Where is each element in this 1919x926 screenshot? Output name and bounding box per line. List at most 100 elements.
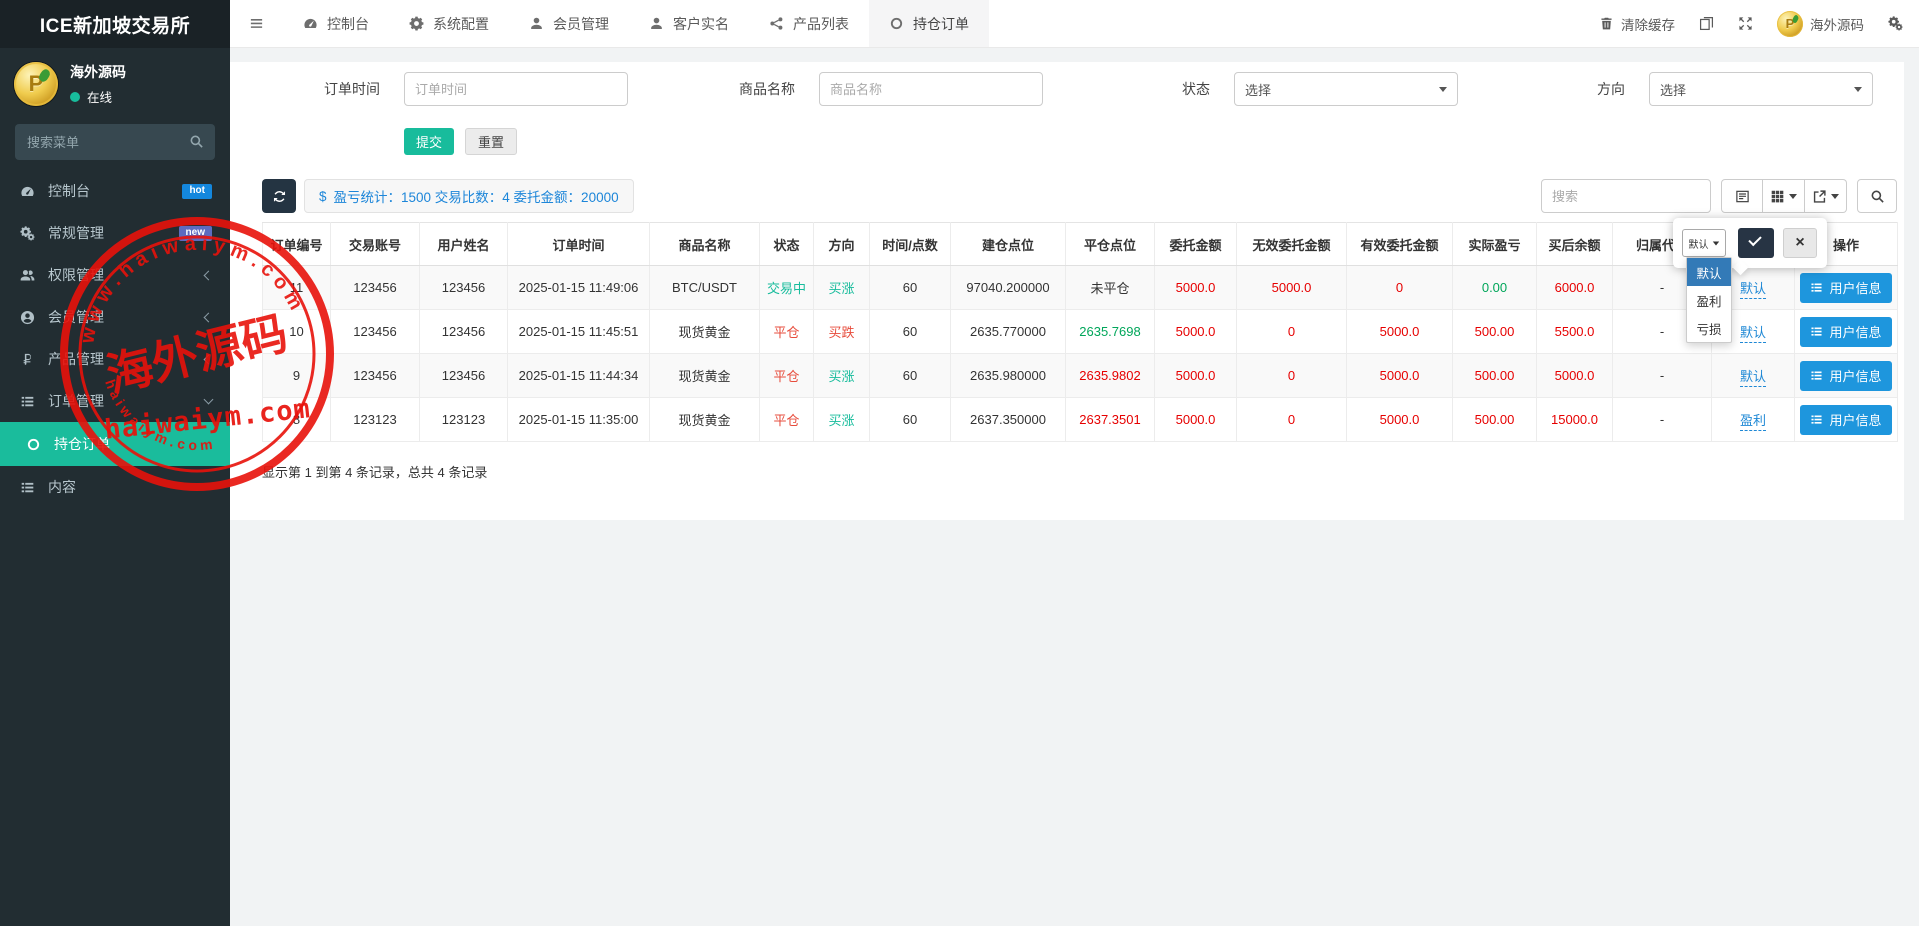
pagination-summary: 显示第 1 到第 4 条记录，总共 4 条记录 — [262, 462, 1904, 481]
dropdown-option-default[interactable]: 默认 — [1687, 258, 1731, 286]
table-cell: 5000.0 — [1155, 354, 1237, 398]
dollar-icon: $ — [319, 189, 327, 204]
table-cell: 5000.0 — [1155, 266, 1237, 310]
table-cell: 平仓 — [760, 310, 814, 354]
nav-tab-dashboard[interactable]: 控制台 — [283, 0, 389, 47]
gear-icon — [409, 16, 424, 31]
dropdown-option-profit[interactable]: 盈利 — [1687, 286, 1731, 314]
reset-button[interactable]: 重置 — [465, 128, 517, 155]
table-cell: 123456 — [420, 354, 508, 398]
column-header[interactable]: 方向 — [814, 223, 870, 266]
column-header[interactable]: 建仓点位 — [951, 223, 1066, 266]
sidebar-search-input[interactable] — [15, 124, 215, 160]
table-cell: 15000.0 — [1537, 398, 1613, 442]
user-info-button[interactable]: 用户信息 — [1800, 405, 1891, 435]
content-panel: 订单时间 商品名称 状态 选择 方向 选择 提交 重置 $ — [230, 62, 1904, 520]
profit-type-link[interactable]: 盈利 — [1740, 413, 1766, 431]
nav-tab-kyc[interactable]: 客户实名 — [629, 0, 749, 47]
column-header[interactable]: 交易账号 — [331, 223, 420, 266]
copy-pages-button[interactable] — [1699, 16, 1714, 31]
cancel-button[interactable]: × — [1783, 228, 1817, 258]
direction-label: 方向 — [1531, 79, 1625, 99]
table-cell: 默认 — [1712, 354, 1795, 398]
table-cell: 2025-01-15 11:44:34 — [508, 354, 650, 398]
direction-select[interactable]: 选择 — [1649, 72, 1873, 106]
user-info-button[interactable]: 用户信息 — [1800, 273, 1891, 303]
column-header[interactable]: 时间/点数 — [870, 223, 951, 266]
sidebar-item-general[interactable]: 常规管理 new — [0, 212, 230, 254]
column-header[interactable]: 状态 — [760, 223, 814, 266]
table-cell: 未平仓 — [1066, 266, 1155, 310]
profit-type-link[interactable]: 默认 — [1740, 369, 1766, 387]
navbar-right: 清除缓存 海外源码 — [1599, 0, 1919, 47]
columns-button[interactable] — [1763, 179, 1805, 213]
table-cell: 2635.980000 — [951, 354, 1066, 398]
dropdown-option-loss[interactable]: 亏损 — [1687, 314, 1731, 342]
column-header[interactable]: 商品名称 — [650, 223, 760, 266]
profit-type-link[interactable]: 默认 — [1740, 281, 1766, 299]
column-header[interactable]: 订单编号 — [263, 223, 331, 266]
column-header[interactable]: 实际盈亏 — [1453, 223, 1537, 266]
sidebar-item-members[interactable]: 会员管理 — [0, 296, 230, 338]
sidebar-item-dashboard[interactable]: 控制台 hot — [0, 170, 230, 212]
clear-cache-button[interactable]: 清除缓存 — [1599, 14, 1675, 34]
table-cell: 5000.0 — [1347, 354, 1453, 398]
sidebar-item-positions[interactable]: 持仓订单 — [0, 422, 230, 466]
fullscreen-button[interactable] — [1738, 16, 1753, 31]
sidebar-item-orders[interactable]: 订单管理 — [0, 380, 230, 422]
table-cell: 11 — [263, 266, 331, 310]
nav-tab-system-config[interactable]: 系统配置 — [389, 0, 509, 47]
nav-tab-product-list[interactable]: 产品列表 — [749, 0, 869, 47]
navbar-username: 海外源码 — [1810, 14, 1864, 34]
column-header[interactable]: 订单时间 — [508, 223, 650, 266]
table-cell: 123456 — [420, 310, 508, 354]
search-button[interactable] — [1857, 179, 1897, 213]
table-cell: 500.00 — [1453, 354, 1537, 398]
sidebar-search — [15, 124, 215, 160]
status-select[interactable]: 选择 — [1234, 72, 1458, 106]
table-cell: 现货黄金 — [650, 354, 760, 398]
user-menu[interactable]: 海外源码 — [1777, 11, 1864, 37]
top-navbar: 控制台 系统配置 会员管理 客户实名 产品列表 持仓订单 清除缓存 海外源码 — [230, 0, 1919, 48]
table-cell: 123123 — [420, 398, 508, 442]
check-icon — [1748, 233, 1761, 246]
nav-tab-positions[interactable]: 持仓订单 — [869, 0, 989, 47]
user-panel: 海外源码 在线 — [0, 48, 230, 110]
column-header[interactable]: 委托金额 — [1155, 223, 1237, 266]
profit-type-select[interactable]: 默认 — [1682, 229, 1726, 257]
detail-view-button[interactable] — [1721, 179, 1763, 213]
table-cell: 2635.9802 — [1066, 354, 1155, 398]
profit-type-link[interactable]: 默认 — [1740, 325, 1766, 343]
export-button[interactable] — [1805, 179, 1847, 213]
sidebar-item-permissions[interactable]: 权限管理 — [0, 254, 230, 296]
confirm-button[interactable] — [1738, 228, 1774, 258]
table-cell: 2025-01-15 11:49:06 — [508, 266, 650, 310]
refresh-button[interactable] — [262, 179, 296, 213]
sidebar-item-content[interactable]: 内容 — [0, 466, 230, 508]
table-cell: 5000.0 — [1155, 398, 1237, 442]
chevron-down-icon — [204, 395, 214, 405]
column-header[interactable]: 无效委托金额 — [1237, 223, 1347, 266]
user-info-button[interactable]: 用户信息 — [1800, 361, 1891, 391]
column-header[interactable]: 用户姓名 — [420, 223, 508, 266]
product-name-input[interactable] — [819, 72, 1043, 106]
column-header[interactable]: 有效委托金额 — [1347, 223, 1453, 266]
menu-toggle-button[interactable] — [230, 0, 283, 47]
settings-cogs-button[interactable] — [1888, 16, 1903, 31]
table-row: 101234561234562025-01-15 11:45:51现货黄金平仓买… — [263, 310, 1898, 354]
submit-button[interactable]: 提交 — [404, 128, 454, 155]
nav-tab-members[interactable]: 会员管理 — [509, 0, 629, 47]
table-cell: 60 — [870, 266, 951, 310]
table-cell: 现货黄金 — [650, 398, 760, 442]
user-info-button[interactable]: 用户信息 — [1800, 317, 1891, 347]
table-cell: 买涨 — [814, 266, 870, 310]
table-search-input[interactable] — [1541, 179, 1711, 213]
chevron-left-icon — [204, 354, 214, 364]
table-cell: 97040.200000 — [951, 266, 1066, 310]
column-header[interactable]: 平仓点位 — [1066, 223, 1155, 266]
sidebar-item-products[interactable]: 产品管理 — [0, 338, 230, 380]
person-icon — [529, 16, 544, 31]
order-time-input[interactable] — [404, 72, 628, 106]
sidebar: ICE新加坡交易所 海外源码 在线 控制台 hot 常规管理 new 权限管理 … — [0, 0, 230, 926]
column-header[interactable]: 买后余额 — [1537, 223, 1613, 266]
